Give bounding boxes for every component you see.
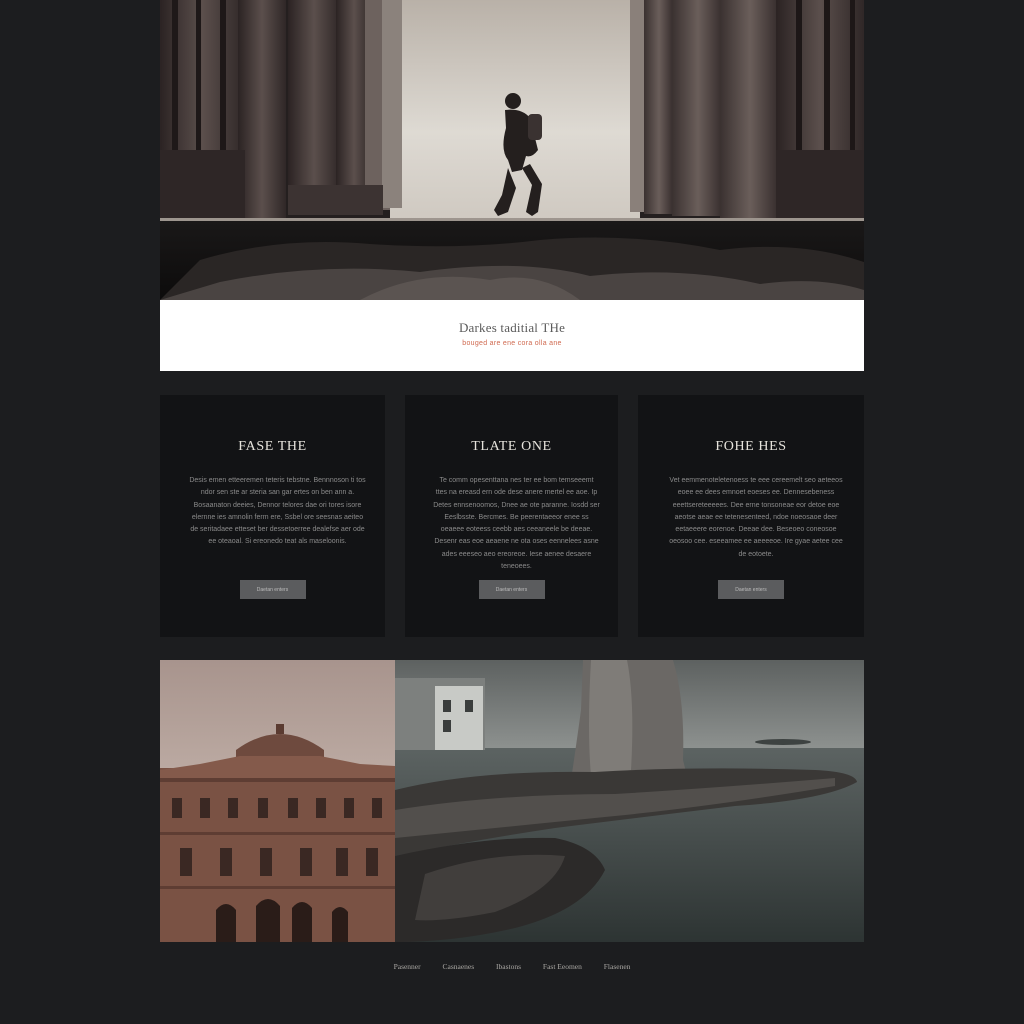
card-title: FOHE HES <box>715 439 787 454</box>
footer-link-4[interactable]: Fast Eeomen <box>543 962 582 971</box>
footer-nav: Pasenner Casnaenes Ibastons Fast Eeomen … <box>160 962 864 978</box>
card-button[interactable]: Daetan enters <box>718 580 784 599</box>
card-body: Te comm opesenttana nes ter ee bom temse… <box>433 477 600 571</box>
card-button[interactable]: Daetan enters <box>478 580 545 599</box>
footer-link-2[interactable]: Casnaenes <box>443 962 475 971</box>
footer-link-5[interactable]: Flasenen <box>604 962 631 971</box>
feature-card-1: FASE THE Desis emen etteeremen teteris t… <box>160 395 385 637</box>
card-body: Desis emen etteeremen teteris tebstne. B… <box>189 477 366 546</box>
hero-illustration <box>160 0 864 300</box>
footer-link-1[interactable]: Pasenner <box>394 962 421 971</box>
gallery-image-coast[interactable] <box>395 660 864 942</box>
card-body: Vet eemmenoteletenoess te eee cereemelt … <box>669 477 843 558</box>
card-button[interactable]: Daetan enters <box>239 580 306 599</box>
banner-title: Darkes taditial THe <box>458 320 566 335</box>
hero-image <box>160 0 864 300</box>
card-title: FASE THE <box>238 439 307 454</box>
card-title: TLATE ONE <box>471 439 552 454</box>
coast-illustration <box>395 660 864 942</box>
building-illustration <box>160 660 395 942</box>
footer-link-3[interactable]: Ibastons <box>496 962 521 971</box>
feature-card-3: FOHE HES Vet eemmenoteletenoess te eee c… <box>638 395 864 637</box>
hero-banner: Darkes taditial THe bouged are ene cora … <box>160 300 864 371</box>
gallery-image-building[interactable] <box>160 660 395 942</box>
feature-card-2: TLATE ONE Te comm opesenttana nes ter ee… <box>405 395 618 637</box>
banner-subtitle[interactable]: bouged are ene cora olla ane <box>160 340 864 347</box>
